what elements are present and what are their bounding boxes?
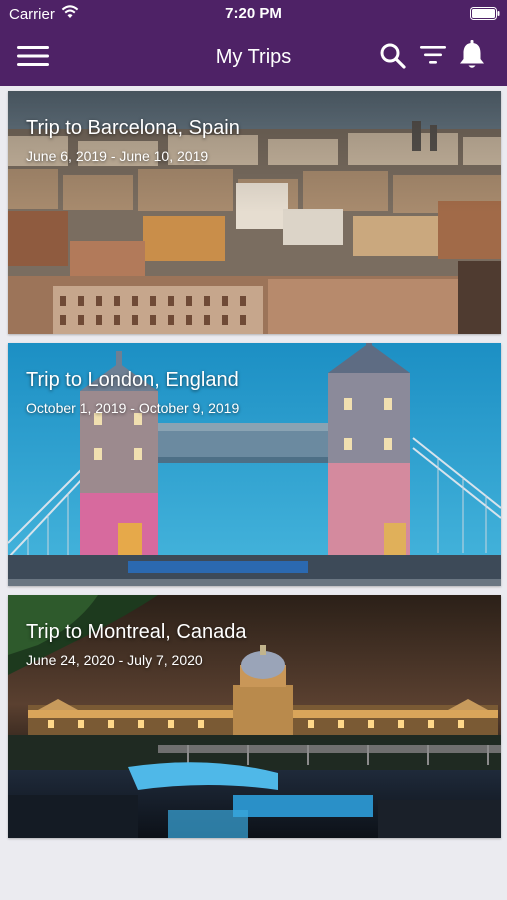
status-bar: Carrier 7:20 PM bbox=[0, 0, 507, 28]
trip-card[interactable]: Trip to Barcelona, Spain June 6, 2019 - … bbox=[8, 91, 501, 334]
trip-title: Trip to Montreal, Canada bbox=[26, 621, 247, 643]
top-bar: Carrier 7:20 PM My Trips bbox=[0, 0, 507, 86]
filter-icon[interactable] bbox=[419, 44, 447, 66]
battery-icon bbox=[470, 7, 500, 20]
trip-title: Trip to Barcelona, Spain bbox=[26, 117, 240, 139]
trip-card[interactable]: Trip to Montreal, Canada June 24, 2020 -… bbox=[8, 595, 501, 838]
trip-card[interactable]: Trip to London, England October 1, 2019 … bbox=[8, 343, 501, 586]
navigation-bar: My Trips bbox=[0, 28, 507, 86]
trip-dates: June 6, 2019 - June 10, 2019 bbox=[26, 148, 209, 164]
trip-dates: October 1, 2019 - October 9, 2019 bbox=[26, 400, 240, 416]
trip-title: Trip to London, England bbox=[26, 369, 239, 391]
trip-dates: June 24, 2020 - July 7, 2020 bbox=[26, 652, 203, 668]
bell-icon[interactable] bbox=[458, 40, 486, 70]
search-icon[interactable] bbox=[379, 42, 407, 70]
status-time: 7:20 PM bbox=[225, 5, 282, 22]
